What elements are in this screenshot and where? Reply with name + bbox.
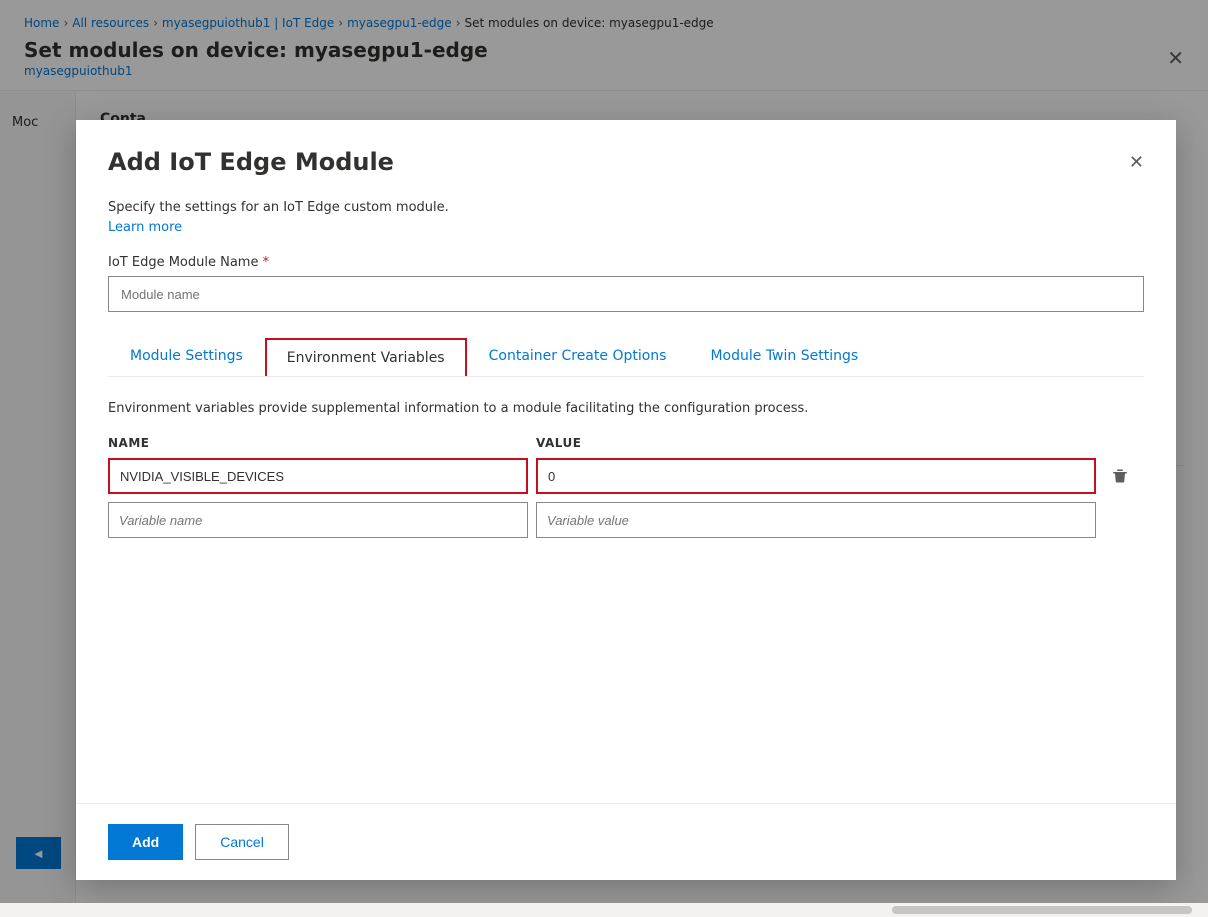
scrollbar-track[interactable] [892,906,1192,914]
tab-env-variables[interactable]: Environment Variables [265,338,467,376]
tab-container-create[interactable]: Container Create Options [467,336,689,376]
modal-learn-more-link[interactable]: Learn more [108,220,182,235]
tab-module-settings[interactable]: Module Settings [108,336,265,376]
modal-footer: Add Cancel [76,803,1176,880]
env-description: Environment variables provide supplement… [108,401,1144,416]
delete-row-1-button[interactable] [1104,460,1136,492]
add-button[interactable]: Add [108,824,183,860]
modal-description: Specify the settings for an IoT Edge cus… [108,200,1144,215]
modal-body: Specify the settings for an IoT Edge cus… [76,196,1176,803]
env-value-input-2[interactable] [536,502,1096,538]
modal-header: Add IoT Edge Module ✕ [76,120,1176,196]
tabs-bar: Module Settings Environment Variables Co… [108,336,1144,377]
env-name-input-1[interactable] [108,458,528,494]
env-name-input-2[interactable] [108,502,528,538]
col-header-name: NAME [108,436,528,450]
tab-content-env: Environment variables provide supplement… [108,377,1144,538]
module-name-label: IoT Edge Module Name * [108,255,1144,270]
env-row-1 [108,458,1144,494]
module-name-input[interactable] [108,276,1144,312]
modal-panel: Add IoT Edge Module ✕ Specify the settin… [76,120,1176,880]
env-table-header: NAME VALUE [108,436,1144,450]
env-value-input-1[interactable] [536,458,1096,494]
scrollbar-area [0,903,1208,917]
required-star: * [263,255,270,270]
modal-close-icon[interactable]: ✕ [1129,152,1144,173]
cancel-button[interactable]: Cancel [195,824,289,860]
tab-module-twin[interactable]: Module Twin Settings [688,336,880,376]
modal-title: Add IoT Edge Module [108,148,394,176]
col-header-value: VALUE [536,436,1096,450]
env-row-2 [108,502,1144,538]
